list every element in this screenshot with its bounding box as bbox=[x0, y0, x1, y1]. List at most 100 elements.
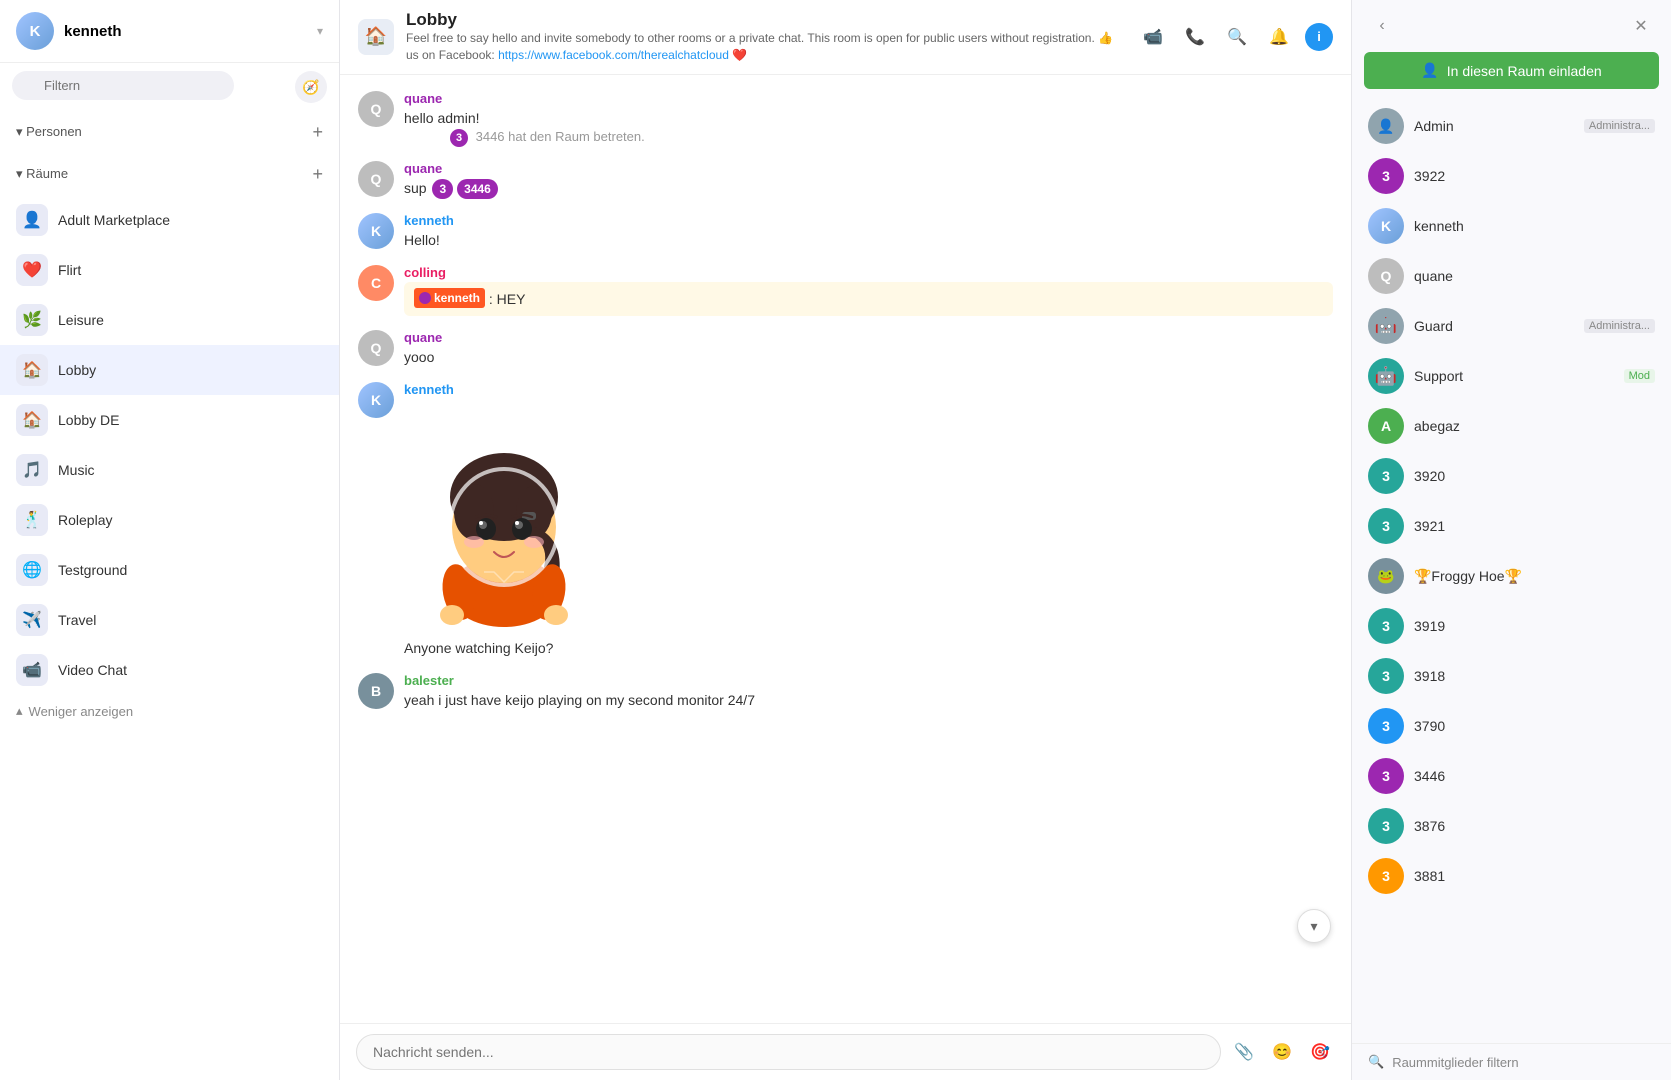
search-input[interactable] bbox=[12, 71, 234, 100]
member-name: 3922 bbox=[1414, 168, 1655, 184]
search-button[interactable]: 🔍 bbox=[1221, 21, 1253, 53]
sidebar-item-roleplay[interactable]: 🕺 Roleplay bbox=[0, 495, 339, 545]
list-item[interactable]: 3 3918 bbox=[1352, 651, 1671, 701]
message-content: quane hello admin! 3 3446 hat den Raum b… bbox=[404, 91, 1333, 147]
message-content: colling kenneth : HEY bbox=[404, 265, 1333, 316]
member-badge: Mod bbox=[1624, 369, 1655, 383]
member-avatar: 🐸 bbox=[1368, 558, 1404, 594]
message-text: Anyone watching Keijo? bbox=[404, 638, 1333, 659]
username: balester bbox=[404, 673, 1333, 688]
info-button[interactable]: i bbox=[1305, 23, 1333, 51]
sidebar-header: K kenneth ▾ bbox=[0, 0, 339, 63]
member-avatar: Q bbox=[1368, 258, 1404, 294]
member-name: 3918 bbox=[1414, 668, 1655, 684]
member-name: 3921 bbox=[1414, 518, 1655, 534]
avatar: Q bbox=[358, 91, 394, 127]
flirt-icon: ❤️ bbox=[16, 254, 48, 286]
facebook-link[interactable]: https://www.facebook.com/therealchatclou… bbox=[498, 48, 729, 62]
message-content: kenneth bbox=[404, 382, 1333, 659]
chat-header-info: Lobby Feel free to say hello and invite … bbox=[406, 10, 1125, 64]
personen-add-icon[interactable]: + bbox=[312, 123, 323, 141]
voice-call-button[interactable]: 📞 bbox=[1179, 21, 1211, 53]
list-item[interactable]: 3 3920 bbox=[1352, 451, 1671, 501]
sidebar-item-label: Testground bbox=[58, 562, 127, 578]
collapse-panel-button[interactable]: ‹ bbox=[1368, 12, 1396, 40]
invite-button[interactable]: 👤 In diesen Raum einladen bbox=[1364, 52, 1659, 89]
video-call-button[interactable]: 📹 bbox=[1137, 21, 1169, 53]
message-text: Hello! bbox=[404, 230, 1333, 251]
mention-chip: kenneth bbox=[414, 288, 485, 308]
emoji-button[interactable]: 😊 bbox=[1267, 1037, 1297, 1067]
table-row: B balester yeah i just have keijo playin… bbox=[358, 673, 1333, 711]
member-avatar: 3 bbox=[1368, 508, 1404, 544]
member-avatar: 3 bbox=[1368, 608, 1404, 644]
list-item[interactable]: 3 3446 bbox=[1352, 751, 1671, 801]
member-avatar: 🤖 bbox=[1368, 308, 1404, 344]
avatar: K bbox=[358, 382, 394, 418]
sidebar-search-area: 🧭 bbox=[0, 63, 339, 111]
list-item[interactable]: 👤 Admin Administra... bbox=[1352, 101, 1671, 151]
personen-toggle[interactable]: ▾ Personen bbox=[16, 124, 82, 140]
message-input[interactable] bbox=[356, 1034, 1221, 1070]
list-item[interactable]: 🤖 Guard Administra... bbox=[1352, 301, 1671, 351]
chevron-down-icon[interactable]: ▾ bbox=[317, 24, 323, 38]
notifications-button[interactable]: 🔔 bbox=[1263, 21, 1295, 53]
message-content: balester yeah i just have keijo playing … bbox=[404, 673, 1333, 711]
sidebar-item-video-chat[interactable]: 📹 Video Chat bbox=[0, 645, 339, 695]
close-panel-button[interactable]: ✕ bbox=[1627, 12, 1655, 40]
message-text: sup 33446 bbox=[404, 178, 1333, 199]
member-avatar: 3 bbox=[1368, 658, 1404, 694]
raeume-toggle[interactable]: ▾ Räume bbox=[16, 166, 68, 182]
chat-input-area: 📎 😊 🎯 bbox=[340, 1023, 1351, 1080]
list-item[interactable]: 3 3790 bbox=[1352, 701, 1671, 751]
sidebar-item-lobby-de[interactable]: 🏠 Lobby DE bbox=[0, 395, 339, 445]
sidebar-item-flirt[interactable]: ❤️ Flirt bbox=[0, 245, 339, 295]
sidebar-item-label: Roleplay bbox=[58, 512, 112, 528]
member-search-button[interactable]: 🔍 Raummitglieder filtern bbox=[1352, 1043, 1671, 1080]
chat-messages: Q quane hello admin! 3 3446 hat den Raum… bbox=[340, 75, 1351, 1023]
member-avatar: 3 bbox=[1368, 808, 1404, 844]
avatar: Q bbox=[358, 330, 394, 366]
list-item[interactable]: A abegaz bbox=[1352, 401, 1671, 451]
message-content: quane sup 33446 bbox=[404, 161, 1333, 199]
username: kenneth bbox=[404, 213, 1333, 228]
explore-button[interactable]: 🧭 bbox=[295, 71, 327, 103]
sidebar-item-travel[interactable]: ✈️ Travel bbox=[0, 595, 339, 645]
table-row: K kenneth bbox=[358, 382, 1333, 659]
sidebar-item-label: Lobby bbox=[58, 362, 96, 378]
member-name: Admin bbox=[1414, 118, 1574, 134]
travel-icon: ✈️ bbox=[16, 604, 48, 636]
avatar: K bbox=[358, 213, 394, 249]
list-item[interactable]: 🤖 Support Mod bbox=[1352, 351, 1671, 401]
music-icon: 🎵 bbox=[16, 454, 48, 486]
list-item[interactable]: 3 3922 bbox=[1352, 151, 1671, 201]
member-name: quane bbox=[1414, 268, 1655, 284]
table-row: C colling kenneth : HEY bbox=[358, 265, 1333, 316]
raeume-section-header-area: ▾ Räume + bbox=[0, 153, 339, 195]
sidebar-item-adult-marketplace[interactable]: 👤 Adult Marketplace bbox=[0, 195, 339, 245]
sidebar-item-leisure[interactable]: 🌿 Leisure bbox=[0, 295, 339, 345]
list-item[interactable]: 🐸 🏆Froggy Hoe🏆 bbox=[1352, 551, 1671, 601]
member-avatar: 3 bbox=[1368, 458, 1404, 494]
sidebar-item-label: Lobby DE bbox=[58, 412, 119, 428]
message-content: kenneth Hello! bbox=[404, 213, 1333, 251]
less-button[interactable]: ▴ Weniger anzeigen bbox=[0, 695, 339, 727]
list-item[interactable]: 3 3876 bbox=[1352, 801, 1671, 851]
sidebar-item-label: Adult Marketplace bbox=[58, 212, 170, 228]
avatar: Q bbox=[358, 161, 394, 197]
list-item[interactable]: 3 3881 bbox=[1352, 851, 1671, 901]
member-avatar: A bbox=[1368, 408, 1404, 444]
sticker-button[interactable]: 🎯 bbox=[1305, 1037, 1335, 1067]
list-item[interactable]: K kenneth bbox=[1352, 201, 1671, 251]
list-item[interactable]: Q quane bbox=[1352, 251, 1671, 301]
list-item[interactable]: 3 3919 bbox=[1352, 601, 1671, 651]
sidebar-item-label: Leisure bbox=[58, 312, 104, 328]
sidebar-item-lobby[interactable]: 🏠 Lobby bbox=[0, 345, 339, 395]
chevron-up-icon: ▴ bbox=[16, 703, 23, 719]
raeume-add-icon[interactable]: + bbox=[312, 165, 323, 183]
scroll-bottom-button[interactable]: ▾ bbox=[1297, 909, 1331, 943]
sidebar-item-music[interactable]: 🎵 Music bbox=[0, 445, 339, 495]
attachment-button[interactable]: 📎 bbox=[1229, 1037, 1259, 1067]
list-item[interactable]: 3 3921 bbox=[1352, 501, 1671, 551]
sidebar-item-testground[interactable]: 🌐 Testground bbox=[0, 545, 339, 595]
